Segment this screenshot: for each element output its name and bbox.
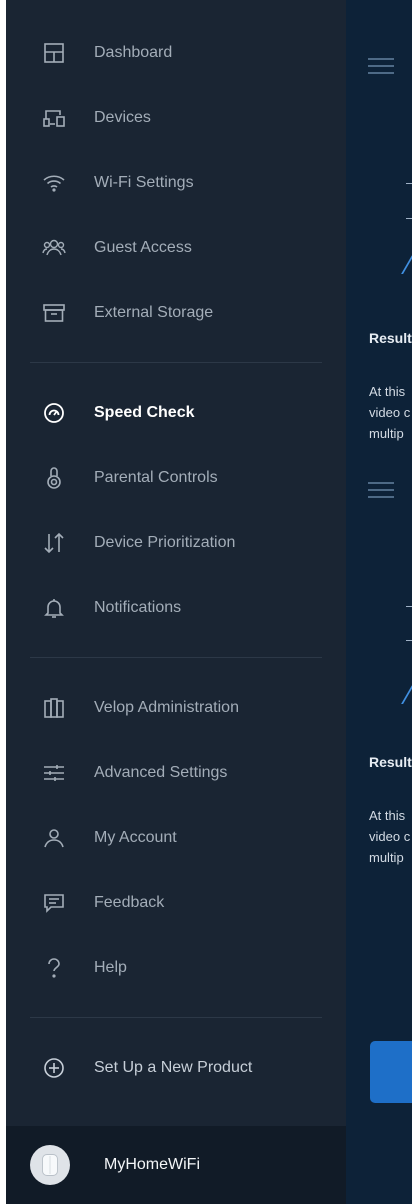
menu-item-label: Guest Access <box>94 239 192 256</box>
menu-item-feedback[interactable]: Feedback <box>6 879 346 927</box>
menu-item-label: Devices <box>94 109 151 126</box>
menu-item-external-storage[interactable]: External Storage <box>6 289 346 337</box>
sliders-icon <box>38 757 70 789</box>
result-text-line: video c <box>369 829 411 844</box>
result-text-line: At this <box>369 808 406 823</box>
gauge-tick <box>406 640 412 641</box>
guest-access-icon <box>38 232 70 264</box>
menu-item-label: Parental Controls <box>94 469 218 486</box>
menu-item-label: Help <box>94 959 127 976</box>
speedometer-icon <box>38 397 70 429</box>
question-icon <box>38 952 70 984</box>
menu-item-label: Feedback <box>94 894 165 911</box>
menu-item-label: Wi-Fi Settings <box>94 174 194 191</box>
speed-gauge-needle <box>401 250 412 274</box>
menu-item-parental-controls[interactable]: Parental Controls <box>6 454 346 502</box>
result-text-line: multip <box>369 426 404 441</box>
gauge-tick <box>406 218 412 219</box>
hamburger-menu-icon[interactable] <box>368 58 394 74</box>
menu-item-advanced-settings[interactable]: Advanced Settings <box>6 749 346 797</box>
devices-icon <box>38 102 70 134</box>
result-text-line: multip <box>369 850 404 865</box>
feedback-bubble-icon <box>38 887 70 919</box>
result-text-line: video c <box>369 405 411 420</box>
menu-item-label: Device Prioritization <box>94 534 236 551</box>
result-label: Result <box>369 754 412 770</box>
wifi-icon <box>38 167 70 199</box>
hamburger-menu-icon[interactable] <box>368 482 394 498</box>
menu-divider <box>30 657 322 658</box>
parental-controls-icon <box>38 462 70 494</box>
result-text-line: At this <box>369 384 406 399</box>
gauge-tick <box>406 606 412 607</box>
prioritization-arrows-icon <box>38 527 70 559</box>
menu-item-label: Advanced Settings <box>94 764 228 781</box>
menu-item-guest-access[interactable]: Guest Access <box>6 224 346 272</box>
network-footer[interactable]: MyHomeWiFi <box>6 1126 346 1204</box>
menu-item-label: Speed Check <box>94 404 195 421</box>
velop-node-avatar-icon <box>30 1145 70 1185</box>
menu-item-velop-administration[interactable]: Velop Administration <box>6 684 346 732</box>
menu-divider <box>30 1017 322 1018</box>
result-label: Result <box>369 330 412 346</box>
menu-item-devices[interactable]: Devices <box>6 94 346 142</box>
menu-item-dashboard[interactable]: Dashboard <box>6 29 346 77</box>
speed-gauge-needle <box>401 680 412 704</box>
velop-node-icon <box>38 692 70 724</box>
user-icon <box>38 822 70 854</box>
menu-item-wifi-settings[interactable]: Wi-Fi Settings <box>6 159 346 207</box>
speed-check-content: Result At this video c multip Result At … <box>346 0 412 1204</box>
menu-item-label: My Account <box>94 829 177 846</box>
menu-item-device-prioritization[interactable]: Device Prioritization <box>6 519 346 567</box>
menu-item-set-up-new-product[interactable]: Set Up a New Product <box>6 1044 346 1092</box>
menu-item-notifications[interactable]: Notifications <box>6 584 346 632</box>
add-circle-icon <box>38 1052 70 1084</box>
navigation-drawer: Dashboard Devices Wi-Fi Settings Guest A… <box>6 0 346 1204</box>
menu-item-label: Notifications <box>94 599 182 616</box>
menu-item-speed-check[interactable]: Speed Check <box>6 389 346 437</box>
gauge-tick <box>406 183 412 184</box>
app-frame: Result At this video c multip Result At … <box>6 0 412 1204</box>
dashboard-icon <box>38 37 70 69</box>
menu-item-label: External Storage <box>94 304 214 321</box>
network-name: MyHomeWiFi <box>104 1156 200 1173</box>
menu-item-label: Set Up a New Product <box>94 1059 253 1076</box>
menu-item-label: Dashboard <box>94 44 173 61</box>
primary-action-button[interactable] <box>370 1041 412 1103</box>
menu-item-help[interactable]: Help <box>6 944 346 992</box>
bell-icon <box>38 592 70 624</box>
storage-icon <box>38 297 70 329</box>
menu-divider <box>30 362 322 363</box>
menu-item-label: Velop Administration <box>94 699 239 716</box>
menu-item-my-account[interactable]: My Account <box>6 814 346 862</box>
